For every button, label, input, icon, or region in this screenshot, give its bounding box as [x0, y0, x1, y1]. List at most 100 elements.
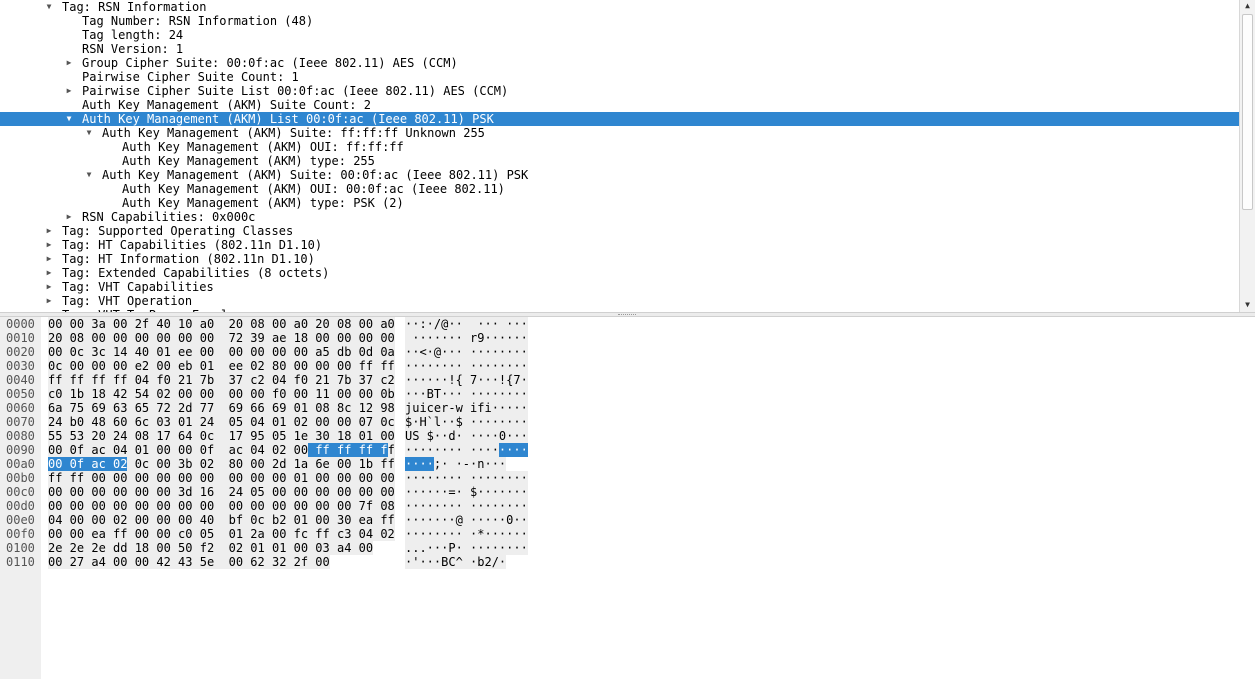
tree-row-label: RSN Capabilities: 0x000c: [82, 210, 256, 224]
selected-bytes-highlight: 00 0f ac 02: [48, 457, 128, 471]
hex-bytes-row[interactable]: 00 00 00 00 00 00 00 00 00 00 00 00 00 0…: [48, 499, 395, 513]
selected-bytes-highlight: ····: [405, 457, 434, 471]
byte-offset: 00a0: [6, 457, 35, 471]
tree-row-label: Tag Number: RSN Information (48): [82, 14, 314, 28]
tree-row[interactable]: ▶ Group Cipher Suite: 00:0f:ac (Ieee 802.…: [0, 56, 1239, 70]
byte-offset: 0010: [6, 331, 35, 345]
ascii-bytes-row[interactable]: ··<·@··· ········: [405, 345, 528, 359]
tree-row-label: Auth Key Management (AKM) List 00:0f:ac …: [82, 112, 494, 126]
hex-bytes-row[interactable]: ff ff 00 00 00 00 00 00 00 00 00 01 00 0…: [48, 471, 395, 485]
ascii-bytes-row[interactable]: ········ ········: [405, 359, 528, 373]
byte-offset: 0110: [6, 555, 35, 569]
hex-bytes-row[interactable]: 00 27 a4 00 00 42 43 5e 00 62 32 2f 00: [48, 555, 330, 569]
tree-row-label: Tag length: 24: [82, 28, 184, 42]
triangle-down-icon[interactable]: ▼: [44, 0, 54, 14]
ascii-bytes-row[interactable]: US $··d· ····0···: [405, 429, 528, 443]
scroll-up-arrow-icon[interactable]: ▲: [1240, 0, 1255, 12]
ascii-bytes-row[interactable]: ·'···BC^ ·b2/·: [405, 555, 507, 569]
tree-row-label: Auth Key Management (AKM) Suite: ff:ff:f…: [102, 126, 485, 140]
tree-row[interactable]: ▼ Auth Key Management (AKM) Suite: ff:ff:…: [0, 126, 1239, 140]
tree-row[interactable]: ▼ Auth Key Management (AKM) Suite: 00:0f:…: [0, 168, 1239, 182]
details-vertical-scrollbar[interactable]: ▲ ▼: [1239, 0, 1255, 312]
triangle-right-icon[interactable]: ▶: [44, 266, 54, 280]
ascii-bytes-row[interactable]: ······!{ 7···!{7·: [405, 373, 528, 387]
hex-bytes-row[interactable]: 24 b0 48 60 6c 03 01 24 05 04 01 02 00 0…: [48, 415, 395, 429]
tree-row[interactable]: ▶ Tag: Supported Operating Classes: [0, 224, 1239, 238]
tree-row[interactable]: Pairwise Cipher Suite Count: 1: [0, 70, 1239, 84]
hex-bytes-row[interactable]: 00 00 3a 00 2f 40 10 a0 20 08 00 a0 20 0…: [48, 317, 395, 331]
ascii-bytes-row[interactable]: ········ ·*······: [405, 527, 528, 541]
ascii-bytes-row[interactable]: juicer-w ifi·····: [405, 401, 528, 415]
tree-row-label: Auth Key Management (AKM) Suite Count: 2: [82, 98, 371, 112]
ascii-bytes-row[interactable]: ········ ········: [405, 471, 528, 485]
tree-row-label: Group Cipher Suite: 00:0f:ac (Ieee 802.1…: [82, 56, 458, 70]
hex-bytes-row[interactable]: c0 1b 18 42 54 02 00 00 00 00 f0 00 11 0…: [48, 387, 395, 401]
byte-offset: 00d0: [6, 499, 35, 513]
triangle-right-icon[interactable]: ▶: [44, 238, 54, 252]
byte-offset: 00c0: [6, 485, 35, 499]
triangle-right-icon[interactable]: ▶: [64, 56, 74, 70]
ascii-bytes-row[interactable]: $·H`l··$ ········: [405, 415, 528, 429]
hex-bytes-row[interactable]: 20 08 00 00 00 00 00 00 72 39 ae 18 00 0…: [48, 331, 395, 345]
ascii-bytes-row[interactable]: ········ ········: [405, 443, 528, 457]
tree-row-label: Tag: Supported Operating Classes: [62, 224, 294, 238]
tree-row[interactable]: Auth Key Management (AKM) OUI: ff:ff:ff: [0, 140, 1239, 154]
byte-offset: 00e0: [6, 513, 35, 527]
hex-bytes-row[interactable]: 0c 00 00 00 e2 00 eb 01 ee 02 80 00 00 0…: [48, 359, 395, 373]
hex-bytes-row[interactable]: 04 00 00 02 00 00 00 40 bf 0c b2 01 00 3…: [48, 513, 395, 527]
hex-bytes-row[interactable]: 2e 2e 2e dd 18 00 50 f2 02 01 01 00 03 a…: [48, 541, 374, 555]
hex-bytes-row[interactable]: 00 0c 3c 14 40 01 ee 00 00 00 00 00 a5 d…: [48, 345, 395, 359]
triangle-down-icon[interactable]: ▼: [84, 126, 94, 140]
packet-bytes-pane[interactable]: 0000 0010 0020 0030 0040 0050 0060 0070 0080 0090…: [0, 317, 1255, 679]
tree-row-label: Auth Key Management (AKM) type: 255: [122, 154, 375, 168]
triangle-right-icon[interactable]: ▶: [64, 84, 74, 98]
tree-row[interactable]: ▶ Tag: Extended Capabilities (8 octets): [0, 266, 1239, 280]
ascii-bytes-row[interactable]: ······· r9······: [405, 331, 528, 345]
tree-row[interactable]: ▶ Tag: HT Information (802.11n D1.10): [0, 252, 1239, 266]
scroll-down-arrow-icon[interactable]: ▼: [1240, 299, 1255, 311]
tree-row[interactable]: Tag length: 24: [0, 28, 1239, 42]
triangle-right-icon[interactable]: ▶: [44, 224, 54, 238]
byte-offset: 0000: [6, 317, 35, 331]
triangle-right-icon[interactable]: ▶: [44, 252, 54, 266]
tree-row[interactable]: ▶ Tag: VHT Capabilities: [0, 280, 1239, 294]
triangle-down-icon[interactable]: ▼: [64, 112, 74, 126]
tree-row[interactable]: ▶ Tag: HT Capabilities (802.11n D1.10): [0, 238, 1239, 252]
tree-row[interactable]: Auth Key Management (AKM) type: 255: [0, 154, 1239, 168]
triangle-down-icon[interactable]: ▼: [84, 168, 94, 182]
hex-bytes-row[interactable]: 00 0f ac 04 01 00 00 0f ac 04 02 00 ff f…: [48, 443, 395, 457]
ascii-bytes-row[interactable]: ··:·/@·· ··· ···: [405, 317, 528, 331]
triangle-right-icon[interactable]: ▶: [44, 294, 54, 308]
hex-bytes-row[interactable]: 00 00 ea ff 00 00 c0 05 01 2a 00 fc ff c…: [48, 527, 395, 541]
packet-details-tree[interactable]: ▼ Tag: RSN Information Tag Number: RSN Inf…: [0, 0, 1239, 312]
byte-offset: 0070: [6, 415, 35, 429]
tree-row-label: Tag: Extended Capabilities (8 octets): [62, 266, 330, 280]
scrollbar-thumb[interactable]: [1242, 14, 1253, 210]
hex-bytes-row[interactable]: ff ff ff ff 04 f0 21 7b 37 c2 04 f0 21 7…: [48, 373, 395, 387]
triangle-right-icon[interactable]: ▶: [64, 210, 74, 224]
ascii-bytes-row[interactable]: ...···P· ········: [405, 541, 528, 555]
tree-row[interactable]: Tag Number: RSN Information (48): [0, 14, 1239, 28]
tree-row-label: Auth Key Management (AKM) OUI: ff:ff:ff: [122, 140, 404, 154]
tree-row[interactable]: ▶ Tag: VHT Operation: [0, 294, 1239, 308]
hex-bytes-row[interactable]: 55 53 20 24 08 17 64 0c 17 95 05 1e 30 1…: [48, 429, 395, 443]
hex-bytes-row[interactable]: 6a 75 69 63 65 72 2d 77 69 66 69 01 08 8…: [48, 401, 395, 415]
offset-gutter: 0000 0010 0020 0030 0040 0050 0060 0070 0080 0090…: [0, 317, 41, 679]
tree-row[interactable]: ▶ Pairwise Cipher Suite List 00:0f:ac (Ie…: [0, 84, 1239, 98]
ascii-bytes-row[interactable]: ·······@ ·····0··: [405, 513, 528, 527]
ascii-bytes-row[interactable]: ····;· ·-·n···: [405, 457, 507, 471]
tree-row[interactable]: ▶ RSN Capabilities: 0x000c: [0, 210, 1239, 224]
tree-row[interactable]: Auth Key Management (AKM) OUI: 00:0f:ac …: [0, 182, 1239, 196]
triangle-right-icon[interactable]: ▶: [44, 280, 54, 294]
ascii-bytes-row[interactable]: ········ ········: [405, 499, 528, 513]
tree-row-label: Auth Key Management (AKM) OUI: 00:0f:ac …: [122, 182, 505, 196]
hex-bytes-row[interactable]: 00 00 00 00 00 00 3d 16 24 05 00 00 00 0…: [48, 485, 395, 499]
tree-row[interactable]: Auth Key Management (AKM) Suite Count: 2: [0, 98, 1239, 112]
tree-row[interactable]: RSN Version: 1: [0, 42, 1239, 56]
hex-bytes-row[interactable]: 00 0f ac 02 0c 00 3b 02 80 00 2d 1a 6e 0…: [48, 457, 395, 471]
tree-row[interactable]: Auth Key Management (AKM) type: PSK (2): [0, 196, 1239, 210]
tree-row[interactable]: ▼ Auth Key Management (AKM) List 00:0f:ac…: [0, 112, 1239, 126]
ascii-bytes-row[interactable]: ······=· $·······: [405, 485, 528, 499]
tree-row[interactable]: ▼ Tag: RSN Information: [0, 0, 1239, 14]
ascii-bytes-row[interactable]: ···BT··· ········: [405, 387, 528, 401]
